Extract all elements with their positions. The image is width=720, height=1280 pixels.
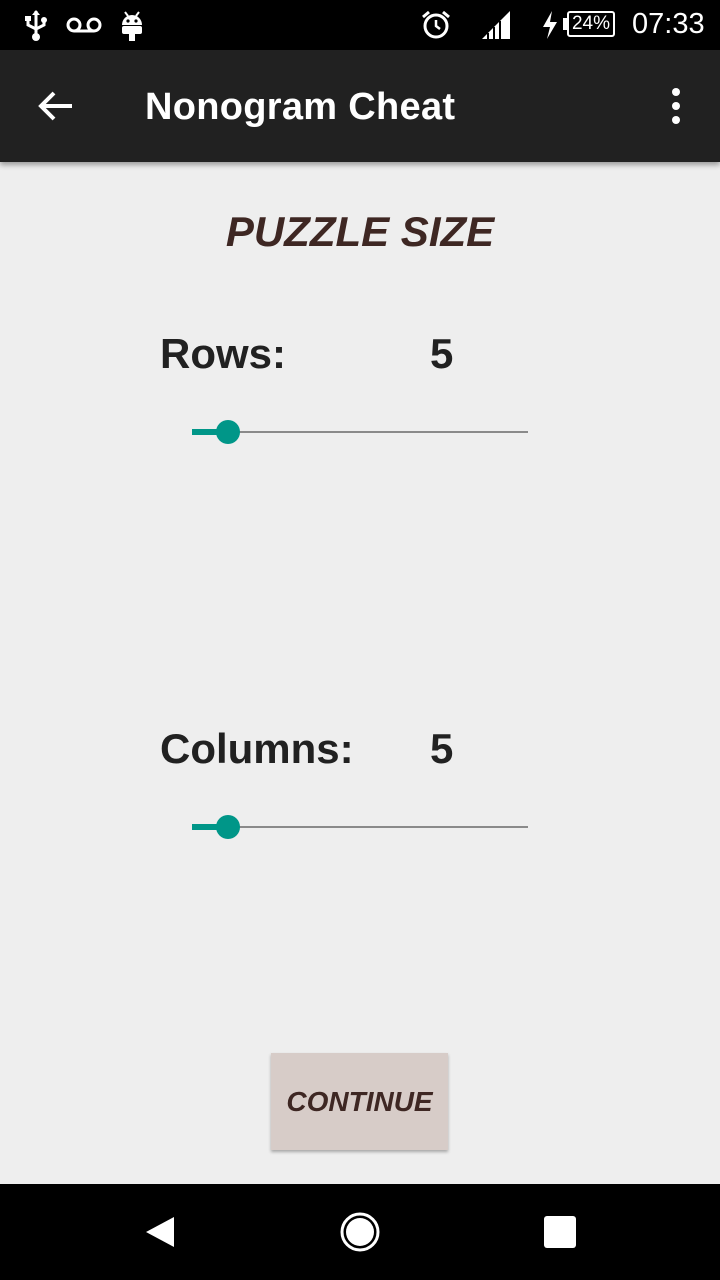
recents-square-icon bbox=[544, 1216, 576, 1248]
rows-slider[interactable] bbox=[192, 412, 528, 452]
home-circle-icon bbox=[340, 1212, 380, 1252]
rows-value: 5 bbox=[430, 330, 454, 377]
signal-icon bbox=[480, 0, 512, 50]
nav-home-button[interactable] bbox=[332, 1204, 388, 1260]
columns-value: 5 bbox=[430, 725, 454, 772]
back-triangle-icon bbox=[146, 1217, 174, 1247]
app-bar: Nonogram Cheat bbox=[0, 50, 720, 162]
page-title: Nonogram Cheat bbox=[145, 86, 456, 128]
overflow-menu-button[interactable] bbox=[660, 82, 692, 130]
status-bar: 24% 07:33 bbox=[0, 0, 720, 50]
charging-icon bbox=[540, 0, 560, 50]
alarm-icon bbox=[420, 0, 452, 50]
battery-level: 24% bbox=[567, 11, 615, 37]
slider-track bbox=[192, 431, 528, 433]
android-icon bbox=[119, 0, 145, 50]
rows-label: Rows: bbox=[160, 330, 286, 377]
navigation-bar bbox=[0, 1184, 720, 1280]
clock: 07:33 bbox=[632, 8, 705, 40]
more-vert-icon bbox=[672, 88, 680, 124]
arrow-back-icon bbox=[38, 91, 72, 121]
columns-slider[interactable] bbox=[192, 807, 528, 847]
continue-button[interactable]: CONTINUE bbox=[271, 1053, 448, 1150]
slider-thumb[interactable] bbox=[215, 815, 240, 839]
nav-recents-button[interactable] bbox=[532, 1204, 588, 1260]
columns-label: Columns: bbox=[160, 725, 354, 772]
puzzle-size-heading: PUZZLE SIZE bbox=[225, 208, 495, 255]
slider-track bbox=[192, 826, 528, 828]
usb-icon bbox=[24, 0, 48, 50]
nav-back-button[interactable] bbox=[132, 1204, 188, 1260]
slider-thumb[interactable] bbox=[215, 420, 240, 444]
back-button[interactable] bbox=[32, 82, 80, 130]
voicemail-icon bbox=[66, 0, 102, 50]
